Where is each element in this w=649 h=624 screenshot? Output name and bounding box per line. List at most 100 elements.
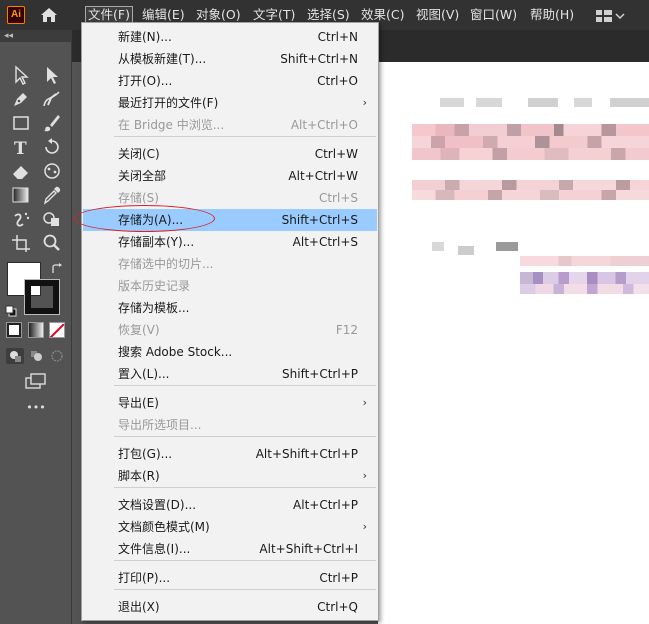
menu-item-document-color-mode[interactable]: 文档颜色模式(M) › [83, 516, 377, 538]
zoom-tool-icon[interactable] [40, 232, 64, 254]
menu-item-label: 关闭全部 [118, 169, 167, 183]
default-fill-stroke-icon[interactable] [5, 302, 17, 317]
menu-item-close[interactable]: 关闭(C) Ctrl+W [83, 143, 377, 165]
artboard-tool-icon[interactable] [9, 232, 33, 254]
mosaic-block [412, 136, 649, 148]
screen-mode-icon[interactable] [24, 372, 48, 390]
menu-item-open[interactable]: 打开(O)... Ctrl+O [83, 70, 377, 92]
paintbrush-tool-icon[interactable] [40, 112, 64, 134]
menu-item-document-setup[interactable]: 文档设置(D)... Alt+Ctrl+P [83, 494, 377, 516]
menu-item-shortcut: Ctrl+S [318, 191, 358, 205]
file-menu-dropdown: 新建(N)... Ctrl+N 从模板新建(T)... Shift+Ctrl+N 打开(… [81, 22, 379, 621]
menu-item-save-copy[interactable]: 存储副本(Y)... Alt+Ctrl+S [83, 231, 377, 253]
puppet-warp-tool-icon[interactable] [40, 160, 64, 182]
annotation-circle [74, 205, 215, 232]
curvature-tool-icon[interactable] [40, 88, 64, 110]
mosaic-block [412, 190, 649, 200]
mosaic-block [496, 242, 518, 251]
menu-item-search-adobe-stock[interactable]: 搜索 Adobe Stock... [83, 341, 377, 363]
menu-item-label: 导出(E) [118, 396, 159, 410]
mosaic-block [520, 256, 649, 266]
draw-inside-icon[interactable] [48, 348, 66, 364]
none-mode-icon[interactable] [49, 322, 65, 339]
selection-tool-icon[interactable] [9, 64, 33, 86]
menu-item-package[interactable]: 打包(G)... Alt+Shift+Ctrl+P [83, 443, 377, 465]
submenu-arrow-icon: › [362, 469, 367, 482]
menu-item-new[interactable]: 新建(N)... Ctrl+N [83, 26, 377, 48]
direct-selection-tool-icon[interactable] [40, 64, 64, 86]
menu-item-label: 打包(G)... [118, 447, 173, 461]
menu-item-shortcut: Ctrl+O [317, 74, 358, 88]
menu-item-label: 从模板新建(T)... [118, 52, 207, 66]
rectangle-tool-icon[interactable] [9, 112, 33, 134]
menu-window[interactable]: 窗口(W) [467, 6, 520, 24]
mosaic-block [412, 124, 649, 136]
mosaic-block [476, 98, 502, 107]
menu-item-new-from-template[interactable]: 从模板新建(T)... Shift+Ctrl+N [83, 48, 377, 70]
menu-item-label: 文件信息(I)... [118, 542, 191, 556]
menu-item-save-selected-slices: 存储选中的切片... [83, 253, 377, 275]
edit-toolbar-icon[interactable]: ••• [24, 402, 48, 414]
menu-item-shortcut: Alt+Ctrl+W [288, 169, 358, 183]
menu-separator [114, 589, 376, 590]
menu-item-shortcut: F12 [335, 323, 358, 337]
rotate-tool-icon[interactable] [40, 136, 64, 158]
menu-item-label: 打印(P)... [118, 571, 171, 585]
menu-item-scripts[interactable]: 脚本(R) › [83, 465, 377, 487]
menu-item-browse-in-bridge: 在 Bridge 中浏览... Alt+Ctrl+O [83, 114, 377, 136]
menu-item-export[interactable]: 导出(E) › [83, 392, 377, 414]
eraser-tool-icon[interactable] [9, 160, 33, 182]
app-logo: Ai [7, 6, 25, 24]
menu-item-close-all[interactable]: 关闭全部 Alt+Ctrl+W [83, 165, 377, 187]
menu-item-place[interactable]: 置入(L)... Shift+Ctrl+P [83, 363, 377, 385]
color-mode-icon[interactable] [6, 322, 22, 338]
menu-item-export-selection: 导出所选项目... [83, 414, 377, 436]
menu-item-save-as-template[interactable]: 存储为模板... [83, 297, 377, 319]
stroke-color-swatch[interactable] [24, 279, 60, 315]
menu-item-label: 在 Bridge 中浏览... [118, 118, 225, 132]
menu-item-shortcut: Shift+Ctrl+N [280, 52, 358, 66]
submenu-arrow-icon: › [362, 96, 367, 109]
menu-item-print[interactable]: 打印(P)... Ctrl+P [83, 567, 377, 589]
menu-item-shortcut: Ctrl+Q [317, 600, 358, 614]
menu-separator [114, 436, 376, 437]
gradient-mode-icon[interactable] [28, 322, 44, 338]
eyedropper-tool-icon[interactable] [40, 184, 64, 206]
menu-item-label: 新建(N)... [118, 30, 172, 44]
menu-item-label: 搜索 Adobe Stock... [118, 345, 233, 359]
menu-item-exit[interactable]: 退出(X) Ctrl+Q [83, 596, 377, 618]
draw-behind-icon[interactable] [28, 348, 46, 364]
gradient-tool-icon[interactable] [9, 184, 33, 206]
menu-separator [114, 136, 376, 137]
home-icon[interactable] [38, 6, 60, 24]
menu-item-shortcut: Ctrl+P [319, 571, 358, 585]
menu-item-shortcut: Alt+Ctrl+P [293, 498, 358, 512]
menu-item-file-info[interactable]: 文件信息(I)... Alt+Shift+Ctrl+I [83, 538, 377, 560]
mosaic-block [520, 284, 649, 294]
workspace-switcher[interactable] [596, 8, 644, 27]
menu-item-recent-files[interactable]: 最近打开的文件(F) › [83, 92, 377, 114]
svg-text:T: T [14, 139, 27, 158]
mosaic-block [432, 242, 444, 251]
menu-item-shortcut: Alt+Shift+Ctrl+P [255, 447, 358, 461]
menu-view[interactable]: 视图(V) [413, 6, 462, 24]
mosaic-block [412, 148, 649, 160]
workspace-grid-icon [596, 10, 625, 22]
menu-item-label: 最近打开的文件(F) [118, 96, 219, 110]
menu-item-shortcut: Alt+Ctrl+O [290, 118, 358, 132]
pen-tool-icon[interactable] [9, 88, 33, 110]
menu-item-revert: 恢复(V) F12 [83, 319, 377, 341]
artboard [378, 62, 649, 624]
menu-item-label: 版本历史记录 [118, 279, 191, 293]
menu-separator [114, 560, 376, 561]
tools-panel-collapse[interactable]: ◂◂ [0, 30, 72, 42]
menu-help[interactable]: 帮助(H) [527, 6, 577, 24]
mosaic-block [528, 98, 558, 107]
draw-normal-icon[interactable] [6, 348, 24, 364]
symbol-sprayer-tool-icon[interactable] [9, 208, 33, 230]
swap-fill-stroke-icon[interactable] [50, 260, 64, 273]
mosaic-block [412, 180, 649, 190]
mosaic-block [458, 246, 474, 255]
shape-builder-tool-icon[interactable] [40, 208, 64, 230]
type-tool-icon[interactable]: T [9, 136, 33, 159]
